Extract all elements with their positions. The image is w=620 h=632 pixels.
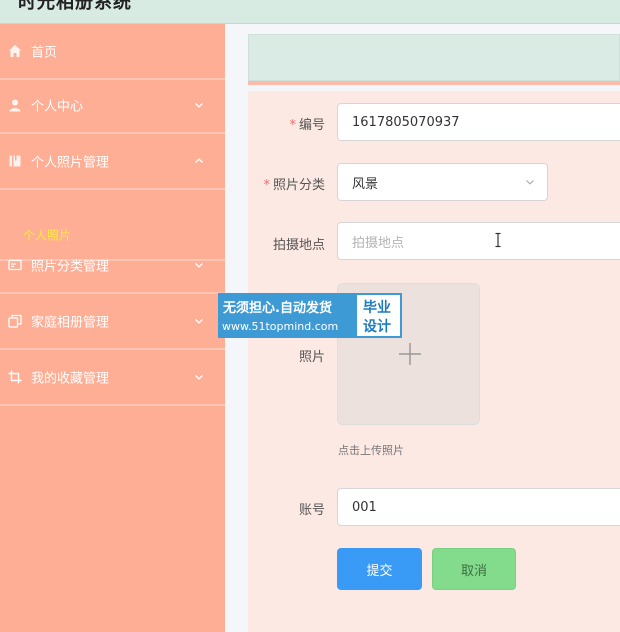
user-icon [8, 98, 22, 112]
sidebar-item-photo-management[interactable]: 个人照片管理 [0, 134, 225, 190]
sidebar-item-favorites[interactable]: 我的收藏管理 [0, 350, 225, 406]
sidebar-item-family-album[interactable]: 家庭相册管理 [0, 294, 225, 350]
panel-accent-bar [248, 81, 620, 85]
cancel-button[interactable]: 取消 [432, 548, 516, 590]
location-label: 拍摄地点 [272, 238, 325, 253]
category-select[interactable]: 风景 [337, 163, 548, 201]
chevron-down-icon [194, 316, 204, 326]
sidebar-item-label: 首页 [31, 45, 58, 61]
card-icon [8, 258, 22, 272]
sidebar-item-home[interactable]: 首页 [0, 24, 225, 80]
sidebar-item-label: 我的收藏管理 [31, 371, 110, 387]
watermark-right-line2: 设计 [363, 319, 391, 335]
watermark-badge: 无须担心.自动发货 www.51topmind.com 毕业 设计 [218, 293, 402, 338]
home-icon [8, 44, 22, 58]
chevron-down-icon [194, 260, 204, 270]
sidebar-item-personal-center[interactable]: 个人中心 [0, 78, 225, 134]
photo-label: 照片 [298, 350, 325, 365]
plus-icon [399, 343, 421, 365]
sidebar-item-category-management[interactable]: 照片分类管理 [0, 238, 225, 294]
account-input[interactable]: 001 [337, 488, 620, 526]
book-icon [8, 154, 22, 168]
number-label: * 编号 [289, 118, 325, 133]
watermark-left: 无须担心.自动发货 www.51topmind.com [218, 293, 355, 338]
required-mark: * [289, 118, 296, 133]
top-header: 时光相册系统 [0, 0, 620, 24]
text-cursor-icon [495, 232, 501, 248]
number-input[interactable]: 1617805070937 [337, 103, 620, 141]
app-title: 时光相册系统 [18, 0, 132, 13]
sidebar-item-label: 照片分类管理 [31, 259, 110, 275]
upload-hint: 点击上传照片 [338, 444, 404, 457]
crop-icon [8, 370, 22, 384]
copy-icon [8, 314, 22, 328]
sidebar-item-label: 家庭相册管理 [31, 315, 110, 331]
watermark-right-line1: 毕业 [363, 300, 391, 316]
watermark-line2: www.51topmind.com [222, 320, 339, 333]
location-placeholder: 拍摄地点 [352, 235, 405, 251]
breadcrumb-panel [248, 34, 620, 81]
location-input[interactable]: 拍摄地点 [337, 222, 620, 260]
sidebar: 首页 个人中心 个人照片管理 个人照片 照片分类管理 家庭相册管理 我的收藏管理 [0, 24, 225, 632]
watermark-right: 毕业 设计 [357, 295, 400, 336]
required-mark: * [263, 178, 270, 193]
sidebar-item-label: 个人照片管理 [31, 155, 110, 171]
category-label: * 照片分类 [263, 178, 325, 193]
watermark-line1: 无须担心.自动发货 [223, 301, 332, 316]
chevron-up-icon [194, 156, 204, 166]
chevron-down-icon [525, 177, 535, 187]
chevron-down-icon [194, 372, 204, 382]
submit-button[interactable]: 提交 [337, 548, 422, 590]
account-label: 账号 [298, 503, 325, 518]
category-select-value: 风景 [352, 176, 379, 192]
chevron-down-icon [194, 100, 204, 110]
sidebar-item-label: 个人中心 [31, 99, 84, 115]
